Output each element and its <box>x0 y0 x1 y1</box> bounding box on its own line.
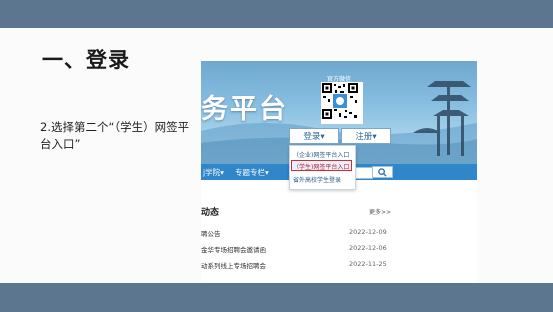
login-dropdown-menu: （企业)网签平台入口 （学生)网签平台入口 省外高校学生登录 <box>289 145 356 190</box>
slide-heading: 一、登录 <box>42 48 130 72</box>
dropdown-item-student[interactable]: （学生)网签平台入口 <box>293 162 349 171</box>
dropdown-item-enterprise[interactable]: （企业)网签平台入口 <box>293 150 349 159</box>
news-row-title: 聘公告 <box>201 230 221 238</box>
nav-item-college[interactable]: j学院▾ <box>203 167 224 178</box>
search-icon <box>378 167 387 177</box>
news-section-title: 动态 <box>201 208 220 218</box>
top-band <box>0 0 553 28</box>
search-input[interactable] <box>353 167 373 179</box>
dropdown-item-out-of-province[interactable]: 省外高校学生登录 <box>293 175 341 184</box>
login-button[interactable]: 登录▾ <box>289 128 339 144</box>
news-row-date: 2022-12-06 <box>349 244 387 252</box>
search-button[interactable] <box>372 166 393 178</box>
news-row-title: 金华专场招聘会邀请函 <box>201 246 266 254</box>
instruction-text: 2.选择第二个“（学生）网签平台入口” <box>40 120 190 151</box>
bottom-band <box>0 283 553 312</box>
news-more-link[interactable]: 更多>> <box>369 207 391 216</box>
news-row[interactable]: 金华专场招聘会邀请函 2022-12-06 <box>201 244 391 256</box>
qr-code-icon <box>321 82 363 124</box>
news-row[interactable]: 动系列线上专场招聘会 2022-11-25 <box>201 260 391 272</box>
news-row-title: 动系列线上专场招聘会 <box>201 262 266 270</box>
news-row-date: 2022-12-09 <box>349 228 387 236</box>
register-button[interactable]: 注册▾ <box>341 128 391 144</box>
news-row-date: 2022-11-25 <box>349 260 387 268</box>
nav-item-special-column[interactable]: 专题专栏▾ <box>235 167 269 178</box>
news-row[interactable]: 聘公告 2022-12-09 <box>201 228 391 240</box>
banner-title: 务平台 <box>201 94 288 125</box>
embedded-website-screenshot: 务平台 官方微信 登录▾ 注册▾ （企业)网签平台入口 （学生)网签平台入口 省… <box>201 61 477 283</box>
